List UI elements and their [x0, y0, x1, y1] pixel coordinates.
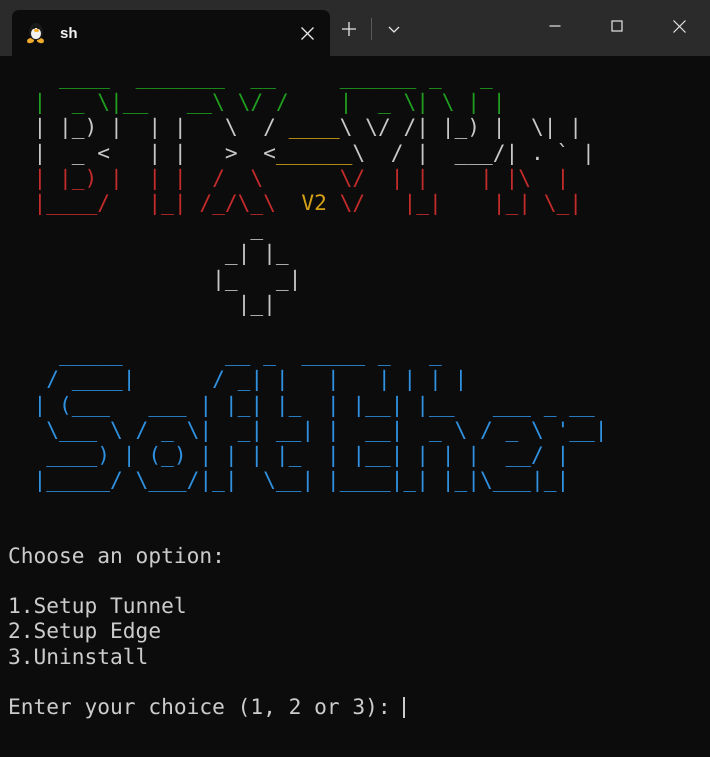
banner-rtxvpn: ____ _______ __ ______ _ _ | _ \|__ __\ …	[8, 64, 595, 216]
minimize-button[interactable]	[524, 0, 586, 52]
close-icon[interactable]	[290, 16, 324, 50]
terminal-window: sh ____ _______ __ ______ _ _ | _ \|__ _…	[0, 0, 710, 757]
window-controls	[524, 0, 710, 52]
tabbar-divider	[371, 18, 372, 40]
chevron-down-icon[interactable]	[375, 12, 413, 46]
menu-option-1[interactable]: 1.Setup Tunnel	[8, 593, 187, 618]
tab-title: sh	[60, 24, 78, 42]
tabbar-actions	[330, 6, 413, 56]
tux-penguin-icon	[26, 22, 46, 44]
close-window-button[interactable]	[648, 0, 710, 52]
maximize-button[interactable]	[586, 0, 648, 52]
menu-heading: Choose an option:	[8, 542, 225, 568]
menu-option-3[interactable]: 3.Uninstall	[8, 644, 148, 669]
banner-softether: _____ __ _ _____ _ _ / ____| / _| | | | …	[33, 341, 608, 493]
titlebar: sh	[0, 0, 710, 56]
input-prompt-label: Enter your choice (1, 2 or 3):	[8, 694, 404, 720]
terminal-screen: ____ _______ __ ______ _ _ | _ \|__ __\ …	[8, 64, 710, 719]
menu-option-2[interactable]: 2.Setup Edge	[8, 618, 161, 643]
plus-symbol: _ _| |_ |_ _| |_|	[212, 215, 302, 316]
tab-sh[interactable]: sh	[12, 10, 330, 56]
text-cursor	[403, 697, 406, 719]
terminal-content-area[interactable]: ____ _______ __ ______ _ _ | _ \|__ __\ …	[0, 56, 710, 757]
new-tab-button[interactable]	[330, 12, 368, 46]
